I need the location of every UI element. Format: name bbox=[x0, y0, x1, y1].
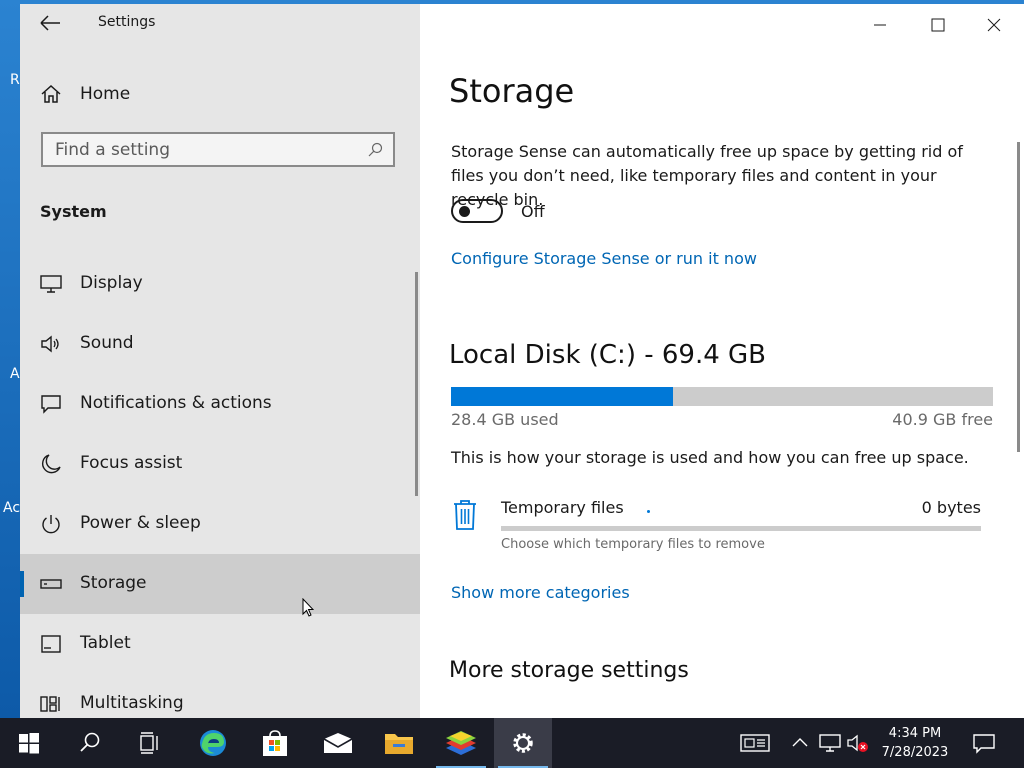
configure-storage-sense-link[interactable]: Configure Storage Sense or run it now bbox=[451, 249, 757, 268]
mail-button[interactable] bbox=[309, 718, 367, 768]
desktop-icon-label: Ac bbox=[3, 500, 21, 516]
search-box[interactable] bbox=[41, 132, 395, 167]
disk-usage-fill bbox=[451, 387, 674, 406]
back-arrow-icon bbox=[40, 15, 60, 31]
display-icon bbox=[40, 275, 62, 293]
taskbar-clock[interactable]: 4:34 PM 7/28/2023 bbox=[872, 724, 958, 762]
sidebar-item-label: Storage bbox=[80, 573, 147, 593]
show-more-categories-link[interactable]: Show more categories bbox=[451, 583, 630, 602]
task-view-icon bbox=[140, 732, 158, 754]
bluestacks-button[interactable] bbox=[432, 718, 490, 768]
app-title: Settings bbox=[98, 14, 156, 30]
sidebar-item-label: Tablet bbox=[80, 633, 131, 653]
bluestacks-icon bbox=[446, 731, 476, 755]
volume-muted-icon[interactable] bbox=[846, 732, 870, 754]
multitasking-icon bbox=[40, 696, 60, 712]
storage-sense-toggle[interactable] bbox=[451, 199, 503, 223]
windows-logo-icon bbox=[19, 733, 39, 754]
back-button[interactable] bbox=[38, 12, 64, 34]
search-icon[interactable] bbox=[367, 142, 383, 158]
sidebar-item-label: Focus assist bbox=[80, 453, 183, 473]
settings-taskbar-button[interactable] bbox=[494, 718, 552, 768]
disk-title: Local Disk (C:) - 69.4 GB bbox=[449, 340, 767, 370]
sidebar: Settings Home System Display bbox=[20, 4, 420, 718]
sidebar-item-multitasking[interactable]: Multitasking bbox=[20, 674, 420, 718]
storage-icon bbox=[40, 579, 62, 589]
toggle-state-label: Off bbox=[521, 202, 545, 221]
network-icon[interactable] bbox=[818, 732, 842, 754]
action-center-icon[interactable] bbox=[972, 732, 996, 754]
store-button[interactable] bbox=[246, 718, 304, 768]
sidebar-item-label: Sound bbox=[80, 333, 134, 353]
store-icon bbox=[263, 730, 287, 756]
edge-browser-button[interactable] bbox=[184, 718, 242, 768]
toggle-knob bbox=[459, 206, 470, 217]
close-icon bbox=[987, 18, 1001, 32]
search-taskbar-button[interactable] bbox=[61, 718, 119, 768]
search-input[interactable] bbox=[55, 139, 355, 161]
close-button[interactable] bbox=[974, 10, 1014, 40]
news-widget-icon[interactable] bbox=[740, 732, 770, 754]
desktop-icon-label: A bbox=[10, 366, 20, 382]
notification-icon bbox=[41, 395, 61, 414]
sidebar-item-sound[interactable]: Sound bbox=[20, 314, 420, 374]
start-button[interactable] bbox=[0, 718, 58, 768]
category-size: 0 bytes bbox=[921, 498, 981, 517]
page-title: Storage bbox=[449, 72, 575, 110]
active-indicator bbox=[20, 571, 24, 597]
sidebar-item-label: Home bbox=[80, 84, 131, 104]
main-content: Storage Storage Sense can automatically … bbox=[420, 4, 1024, 718]
disk-usage-bar[interactable] bbox=[451, 387, 993, 406]
maximize-button[interactable] bbox=[917, 10, 957, 40]
main-scrollbar[interactable] bbox=[1017, 142, 1020, 452]
maximize-icon bbox=[931, 18, 945, 32]
chevron-up-icon[interactable] bbox=[788, 732, 812, 754]
sidebar-item-label: Multitasking bbox=[80, 693, 184, 713]
used-space-label: 28.4 GB used bbox=[451, 410, 559, 429]
tablet-icon bbox=[41, 635, 61, 653]
task-view-button[interactable] bbox=[121, 718, 179, 768]
desktop-icon-label: R bbox=[10, 72, 20, 88]
sidebar-item-display[interactable]: Display bbox=[20, 254, 420, 314]
loading-indicator bbox=[647, 510, 650, 513]
free-space-label: 40.9 GB free bbox=[892, 410, 993, 429]
trash-icon bbox=[454, 500, 476, 530]
sidebar-item-storage[interactable]: Storage bbox=[20, 554, 420, 614]
storage-explanation: This is how your storage is used and how… bbox=[451, 448, 969, 467]
sidebar-item-tablet[interactable]: Tablet bbox=[20, 614, 420, 674]
sidebar-scrollbar[interactable] bbox=[415, 272, 418, 496]
search-icon bbox=[80, 732, 100, 752]
sidebar-item-home[interactable]: Home bbox=[20, 74, 420, 114]
home-icon bbox=[41, 84, 61, 103]
settings-window: Settings Home System Display bbox=[20, 4, 1024, 718]
sidebar-item-power-sleep[interactable]: Power & sleep bbox=[20, 494, 420, 554]
category-name: Temporary files bbox=[501, 498, 624, 517]
sidebar-item-label: Notifications & actions bbox=[80, 393, 272, 413]
mouse-cursor-icon bbox=[302, 598, 314, 617]
folder-icon bbox=[385, 734, 413, 754]
clock-time: 4:34 PM bbox=[888, 726, 942, 741]
sidebar-item-notifications[interactable]: Notifications & actions bbox=[20, 374, 420, 434]
minimize-icon bbox=[874, 24, 886, 26]
sidebar-item-label: Display bbox=[80, 273, 143, 293]
titlebar: Settings bbox=[20, 4, 420, 44]
speaker-icon bbox=[41, 335, 59, 353]
minimize-button[interactable] bbox=[860, 10, 900, 40]
sidebar-item-focus-assist[interactable]: Focus assist bbox=[20, 434, 420, 494]
taskbar: 4:34 PM 7/28/2023 bbox=[0, 718, 1024, 768]
power-icon bbox=[42, 515, 60, 534]
gear-icon bbox=[513, 733, 533, 753]
category-subtitle: Choose which temporary files to remove bbox=[501, 537, 765, 552]
more-storage-settings-heading: More storage settings bbox=[449, 658, 689, 683]
clock-date: 7/28/2023 bbox=[881, 745, 949, 760]
sidebar-item-label: Power & sleep bbox=[80, 513, 201, 533]
moon-icon bbox=[41, 454, 61, 474]
category-usage-bar bbox=[501, 526, 981, 531]
file-explorer-button[interactable] bbox=[370, 718, 428, 768]
mail-icon bbox=[323, 733, 353, 753]
edge-icon bbox=[200, 730, 226, 756]
temporary-files-category[interactable]: Temporary files 0 bytes Choose which tem… bbox=[451, 492, 993, 554]
section-title: System bbox=[40, 202, 107, 221]
